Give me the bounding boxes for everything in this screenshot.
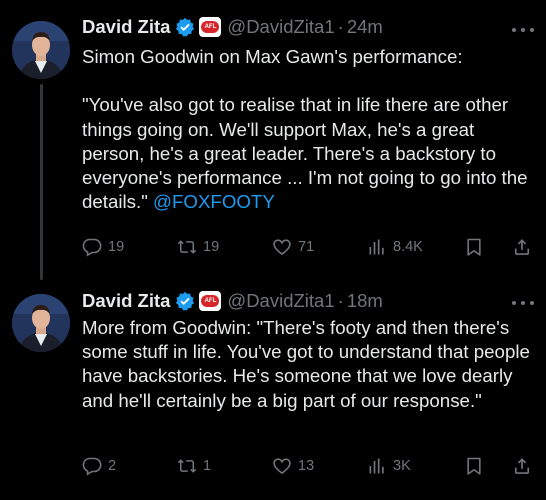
repost-icon: [177, 459, 197, 473]
reply-count: 19: [108, 239, 125, 255]
view-count: 3K: [393, 458, 411, 474]
repost-icon: [177, 240, 197, 254]
verified-badge-icon: [175, 291, 195, 311]
profile-photo-icon: [12, 21, 70, 79]
tweet-header: David Zita AFL @DavidZita1 · 24m: [82, 15, 383, 39]
action-bar: 2 1 13 3K: [82, 454, 534, 478]
bookmark-button[interactable]: [464, 235, 484, 259]
author-name[interactable]: David Zita: [82, 16, 170, 38]
analytics-icon: [369, 239, 384, 255]
afl-badge-icon[interactable]: AFL: [199, 291, 222, 311]
like-count: 13: [298, 458, 315, 474]
share-icon: [514, 239, 530, 255]
bookmark-icon: [467, 457, 481, 475]
analytics-icon: [369, 458, 384, 474]
views-button[interactable]: 8.4K: [367, 235, 423, 259]
repost-button[interactable]: 1: [177, 454, 211, 478]
heart-icon: [273, 239, 291, 256]
repost-count: 19: [203, 239, 220, 255]
heart-icon: [273, 458, 291, 475]
bookmark-button[interactable]: [464, 454, 484, 478]
mention-link[interactable]: @FOXFOOTY: [153, 191, 275, 212]
like-count: 71: [298, 239, 315, 255]
repost-count: 1: [203, 458, 212, 474]
timestamp[interactable]: 18m: [347, 290, 383, 312]
tweet-text: Simon Goodwin on Max Gawn's performance:…: [82, 45, 534, 214]
reply-button[interactable]: 19: [82, 235, 124, 259]
thread-connector: [40, 84, 43, 280]
tweet-text-body: More from Goodwin: "There's footy and th…: [82, 317, 530, 411]
tweet-text-intro: Simon Goodwin on Max Gawn's performance:: [82, 46, 463, 67]
reply-button[interactable]: 2: [82, 454, 116, 478]
verified-badge-icon: [175, 17, 195, 37]
share-button[interactable]: [512, 235, 532, 259]
share-icon: [514, 458, 530, 474]
share-button[interactable]: [512, 454, 532, 478]
timestamp[interactable]: 24m: [347, 16, 383, 38]
repost-button[interactable]: 19: [177, 235, 219, 259]
author-handle[interactable]: @DavidZita1: [227, 16, 334, 38]
like-button[interactable]: 13: [272, 454, 314, 478]
reply-icon: [82, 238, 102, 257]
author-name[interactable]: David Zita: [82, 290, 170, 312]
afl-badge-icon[interactable]: AFL: [199, 17, 222, 37]
reply-icon: [82, 457, 102, 476]
tweet[interactable]: David Zita AFL @DavidZita1 · 18m More fr…: [0, 282, 546, 500]
avatar[interactable]: [12, 21, 70, 79]
avatar[interactable]: [12, 294, 70, 352]
bookmark-icon: [467, 238, 481, 256]
views-button[interactable]: 3K: [367, 454, 411, 478]
tweet-header: David Zita AFL @DavidZita1 · 18m: [82, 289, 383, 313]
separator-dot: ·: [337, 290, 344, 311]
view-count: 8.4K: [393, 239, 423, 255]
tweet-text-quote: "You've also got to realise that in life…: [82, 94, 528, 213]
more-options-icon[interactable]: [512, 26, 534, 34]
more-options-icon[interactable]: [512, 299, 534, 307]
profile-photo-icon: [12, 294, 70, 352]
tweet-text: More from Goodwin: "There's footy and th…: [82, 316, 534, 413]
author-handle[interactable]: @DavidZita1: [227, 290, 334, 312]
tweet[interactable]: David Zita AFL @DavidZita1 · 24m Simon G…: [0, 0, 546, 282]
reply-count: 2: [108, 458, 117, 474]
separator-dot: ·: [337, 16, 344, 37]
action-bar: 19 19 71 8.4K: [82, 235, 534, 259]
like-button[interactable]: 71: [272, 235, 314, 259]
